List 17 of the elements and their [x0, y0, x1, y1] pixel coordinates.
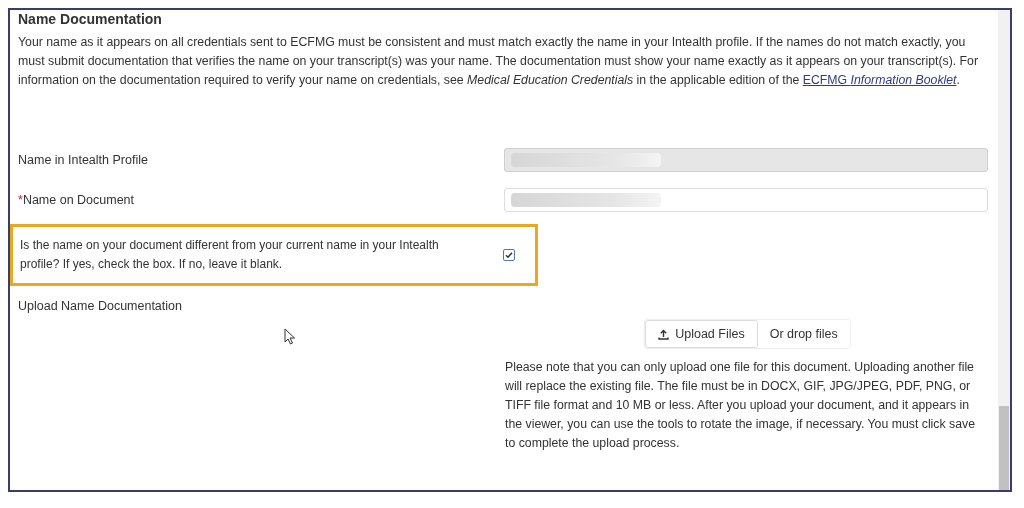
upload-icon — [658, 328, 670, 340]
field-label: Name in Intealth Profile — [18, 153, 148, 167]
checkbox[interactable] — [503, 249, 515, 261]
upload-note: Please note that you can only upload one file for this document. Uploading another file will replace the existing file. The file must be in DOCX, GIF, JPG/JPEG, PDF, PNG, or TIFF file format and 10 MB or less. After you upload your document, and it appears in the viewer, you can use the tools to rotate the image, if necessary. You must click save to complete the upload process. — [505, 359, 977, 452]
upload-button[interactable]: Upload Files — [645, 320, 758, 348]
section-title: Name Documentation — [18, 10, 163, 27]
intro-paragraph: Your name as it appears on all credentials sent to ECFMG must be consistent and must match exactly the name in your Intealth profile. If the names do not match exactly, you must submit documentation that verifies the name on your transcript(s) was your name. The documentation must show your name exactly as it appears on your transcript(s). For information on the documentation required to verify your name on credentials, see Medical Education Credentials in the applicable edition of the ECFMG Information Booklet. — [18, 34, 980, 89]
upload-dropzone[interactable]: Upload Files Or drop files — [644, 319, 851, 349]
input-field[interactable] — [504, 188, 988, 212]
drop-hint: Or drop files — [768, 327, 839, 341]
scrollbar[interactable] — [998, 10, 1010, 490]
question-label: Is the name on your document different from your current name in your Intealth profile? If yes, check the box. If no, leave it blank. — [20, 237, 440, 273]
cursor-icon — [284, 328, 296, 345]
booklet-link[interactable]: ECFMG Information Booklet — [802, 73, 957, 87]
required-marker: * — [18, 193, 23, 207]
field-label: Name on Document — [22, 193, 135, 207]
upload-label: Upload Name Documentation — [18, 299, 183, 313]
